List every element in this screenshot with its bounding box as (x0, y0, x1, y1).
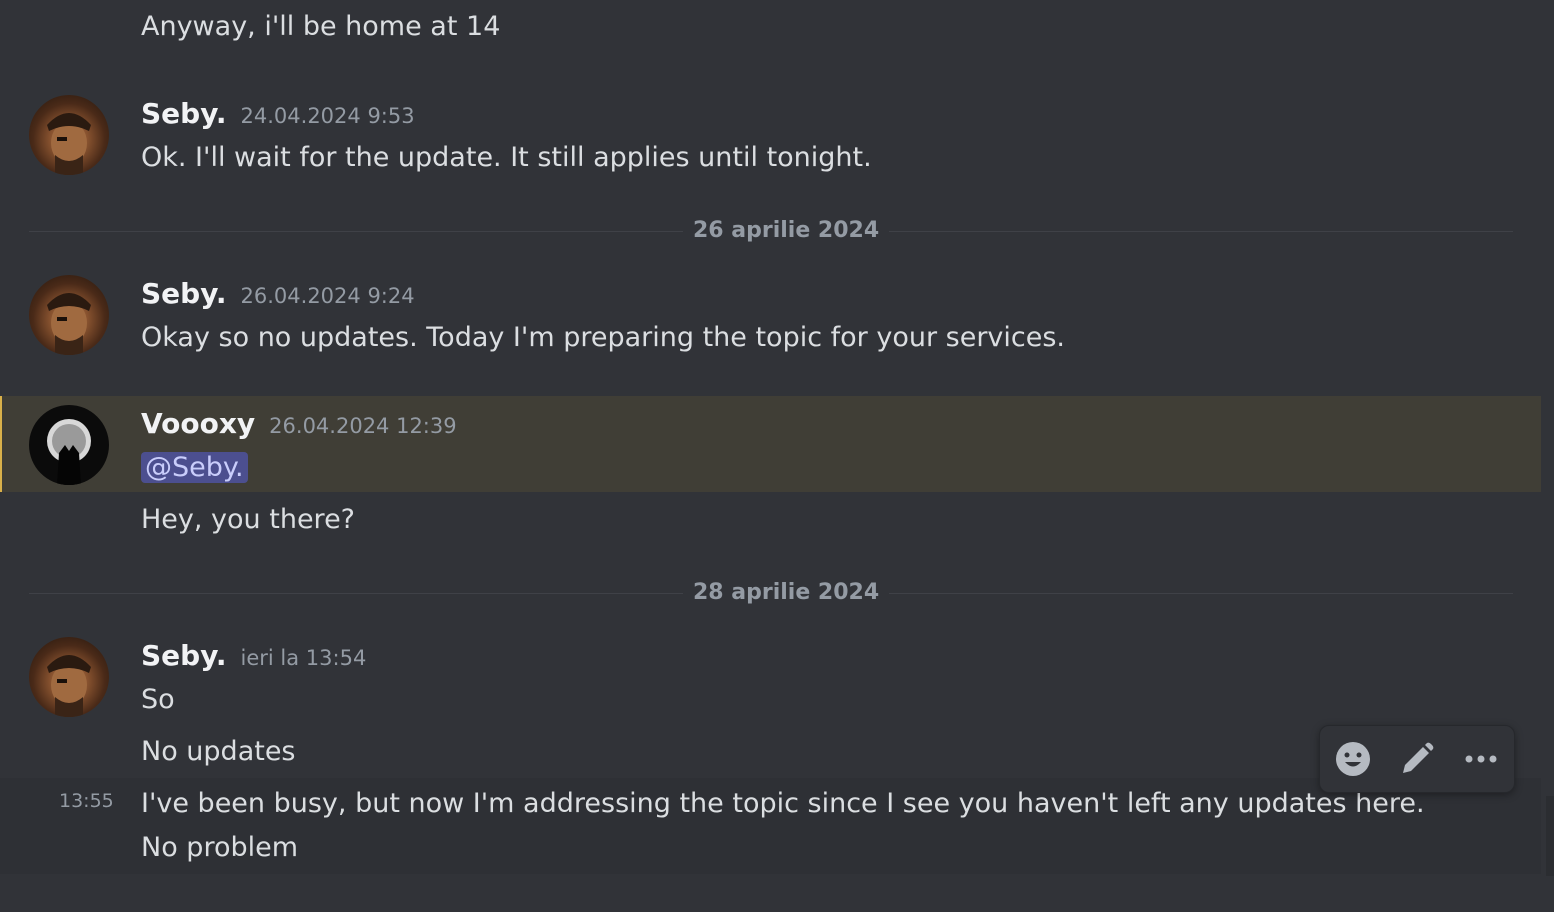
chat-messages: Anyway, i'll be home at 14 Seby. 24.04.20… (0, 0, 1554, 912)
timestamp[interactable]: ieri la 13:54 (241, 646, 367, 670)
timestamp[interactable]: 26.04.2024 9:24 (241, 284, 415, 308)
avatar[interactable] (29, 405, 109, 485)
edit-icon (1403, 742, 1434, 773)
message-header: Voooxy 26.04.2024 12:39 (141, 404, 457, 446)
author-name[interactable]: Voooxy (141, 407, 255, 440)
mention-highlight-bar (0, 396, 2, 492)
message-text: So (141, 684, 175, 715)
avatar-image (47, 655, 91, 717)
avatar[interactable] (29, 275, 109, 355)
edit-button[interactable] (1397, 739, 1437, 779)
date-divider-label: 26 aprilie 2024 (683, 216, 890, 246)
message-text: Ok. I'll wait for the update. It still a… (141, 142, 872, 173)
message-header: Seby. ieri la 13:54 (141, 636, 366, 678)
message-text: I've been busy, but now I'm addressing t… (141, 788, 1425, 863)
message-text: No updates (141, 736, 296, 767)
avatar-image (47, 113, 91, 175)
author-name[interactable]: Seby. (141, 97, 227, 130)
emoji-icon (1336, 742, 1370, 776)
avatar-image (47, 293, 91, 355)
avatar[interactable] (29, 95, 109, 175)
hover-timestamp[interactable]: 13:55 (59, 790, 114, 812)
author-name[interactable]: Seby. (141, 277, 227, 310)
timestamp[interactable]: 24.04.2024 9:53 (241, 104, 415, 128)
user-mention[interactable]: @Seby. (141, 452, 248, 483)
author-name[interactable]: Seby. (141, 639, 227, 672)
add-reaction-button[interactable] (1333, 739, 1373, 779)
more-options-button[interactable] (1461, 739, 1501, 779)
timestamp[interactable]: 26.04.2024 12:39 (269, 414, 456, 438)
message-text: Anyway, i'll be home at 14 (141, 11, 501, 42)
message-text: Okay so no updates. Today I'm preparing … (141, 322, 1066, 353)
message-header: Seby. 26.04.2024 9:24 (141, 274, 415, 316)
more-icon (1465, 755, 1497, 763)
date-divider-label: 28 aprilie 2024 (683, 578, 890, 608)
scrollbar[interactable] (1546, 796, 1554, 876)
message-header: Seby. 24.04.2024 9:53 (141, 94, 415, 136)
avatar[interactable] (29, 637, 109, 717)
avatar-image (47, 419, 91, 485)
message-text: Hey, you there? (141, 504, 356, 535)
message-text: @Seby. (141, 446, 248, 490)
message-actions-toolbar (1319, 725, 1515, 793)
